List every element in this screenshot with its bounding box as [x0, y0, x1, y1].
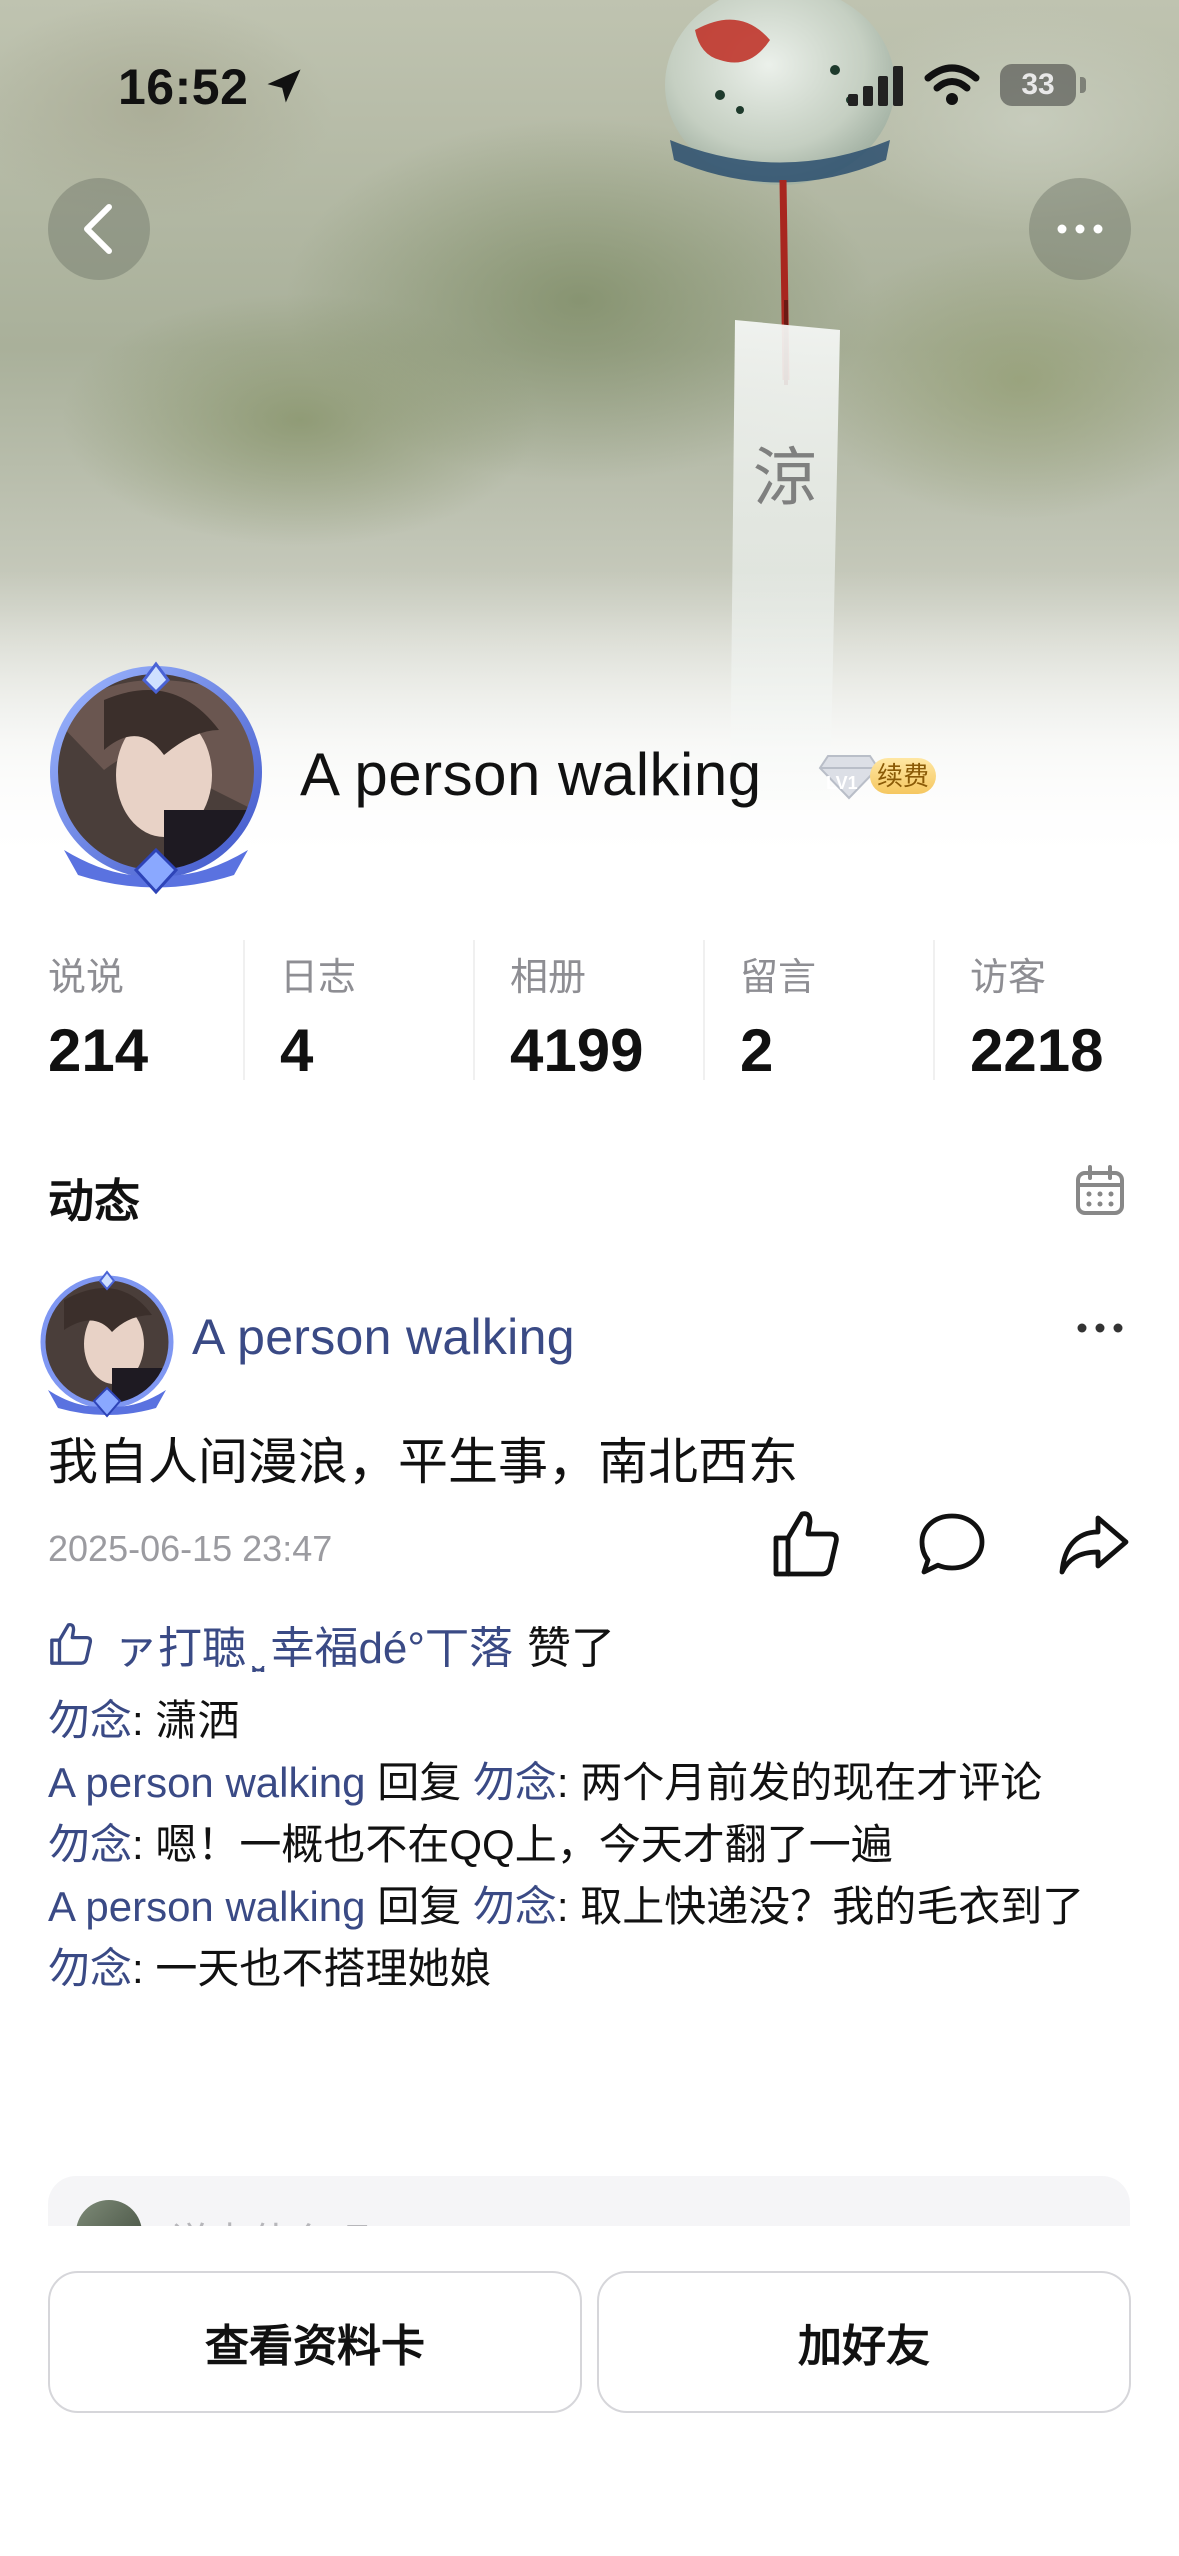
reply-word: 回复	[365, 1759, 473, 1806]
comment-item[interactable]: 勿念: 一天也不搭理她娘	[48, 1938, 1138, 2000]
comment-separator: :	[132, 1697, 156, 1744]
more-button[interactable]	[1029, 178, 1131, 280]
wifi-icon	[924, 64, 980, 105]
back-icon	[84, 204, 112, 254]
signal-icon	[848, 66, 903, 106]
stat-messages[interactable]: 留言 2	[740, 940, 930, 1085]
reply-target[interactable]: 勿念	[473, 1883, 557, 1930]
comment-author[interactable]: 勿念	[48, 1821, 132, 1868]
comment-text: 取上快递没？我的毛衣到了	[580, 1883, 1085, 1930]
stat-posts[interactable]: 说说 214	[48, 940, 238, 1085]
stat-value: 4	[280, 1017, 314, 1084]
likes-line: ァ打聴 ̤̮ 幸福dé°丅落 赞了	[48, 1612, 615, 1676]
comment-separator: :	[132, 1821, 156, 1868]
profile-avatar[interactable]	[44, 660, 274, 900]
comment-text: 潇洒	[155, 1697, 240, 1744]
comment-author[interactable]: 勿念	[48, 1945, 132, 1992]
bottom-action-bar: 查看资料卡 加好友	[0, 2226, 1179, 2556]
comment-text: 一天也不搭理她娘	[155, 1945, 492, 1992]
comment-author[interactable]: 勿念	[48, 1697, 132, 1744]
reply-target[interactable]: 勿念	[473, 1759, 557, 1806]
more-icon[interactable]	[1075, 1322, 1125, 1334]
divider	[473, 940, 475, 1080]
comment-item[interactable]: 勿念: 嗯！一概也不在QQ上，今天才翻了一遍	[48, 1814, 1138, 1876]
comment-icon[interactable]	[918, 1510, 986, 1578]
battery-level: 33	[1021, 68, 1055, 101]
thumbs-up-icon[interactable]	[770, 1508, 842, 1580]
location-arrow-icon	[267, 69, 301, 103]
post-timestamp: 2025-06-15 23:47	[48, 1528, 333, 1569]
divider	[243, 940, 245, 1080]
status-time: 16:52	[118, 59, 249, 115]
comment-text: 两个月前发的现在才评论	[580, 1759, 1043, 1806]
battery-icon: 33	[1000, 64, 1076, 106]
stat-value: 2	[740, 1017, 774, 1084]
comment-item[interactable]: 勿念: 潇洒	[48, 1690, 1138, 1752]
comment-separator: :	[132, 1945, 156, 1992]
calendar-icon[interactable]	[1075, 1165, 1125, 1217]
comment-author[interactable]: A person walking	[48, 1883, 366, 1930]
stat-visitors[interactable]: 访客 2218	[970, 940, 1160, 1085]
thumbs-up-icon	[50, 1622, 93, 1665]
stat-value: 214	[48, 1017, 149, 1084]
post-author-name[interactable]: A person walking	[192, 1308, 575, 1366]
status-bar: 16:52 33	[0, 0, 1179, 175]
more-icon	[1057, 224, 1103, 234]
post-author-avatar[interactable]	[34, 1270, 180, 1420]
liked-suffix: 赞了	[527, 1624, 615, 1673]
comment-text: 嗯！一概也不在QQ上，今天才翻了一遍	[155, 1821, 893, 1868]
vip-renew-badge[interactable]: 续费	[870, 758, 936, 794]
stat-value: 4199	[510, 1017, 644, 1084]
vip-level: LV1	[826, 773, 858, 793]
comment-separator: :	[556, 1759, 581, 1806]
back-button[interactable]	[48, 178, 150, 280]
comment-item[interactable]: A person walking 回复 勿念: 取上快递没？我的毛衣到了	[48, 1876, 1138, 1938]
reply-word: 回复	[365, 1883, 473, 1930]
stat-albums[interactable]: 相册 4199	[510, 940, 700, 1085]
stat-label: 说说	[48, 957, 125, 999]
battery-cap	[1080, 77, 1086, 93]
share-icon[interactable]	[1058, 1512, 1130, 1576]
stat-label: 访客	[970, 957, 1047, 999]
add-friend-button[interactable]: 加好友	[597, 2271, 1131, 2413]
comment-author[interactable]: A person walking	[48, 1759, 366, 1806]
stat-label: 留言	[740, 957, 817, 999]
comment-item[interactable]: A person walking 回复 勿念: 两个月前发的现在才评论	[48, 1752, 1138, 1814]
comment-list: 勿念: 潇洒 A person walking 回复 勿念: 两个月前发的现在才…	[48, 1690, 1138, 2000]
post-text: 我自人间漫浪，平生事，南北西东	[48, 1434, 798, 1490]
feed-title: 动态	[48, 1175, 140, 1227]
svg-text:涼: 涼	[753, 442, 817, 516]
stats-row: 说说 214 日志 4 相册 4199 留言 2 访客 2218	[0, 940, 1179, 1090]
comment-separator: :	[556, 1883, 581, 1930]
profile-name: A person walking	[300, 741, 762, 808]
stat-value: 2218	[970, 1017, 1104, 1084]
liker-name[interactable]: ァ打聴 ̤̮ 幸福dé°丅落	[114, 1612, 513, 1676]
stat-label: 相册	[510, 957, 587, 999]
stat-blogs[interactable]: 日志 4	[280, 940, 470, 1085]
view-profile-card-button[interactable]: 查看资料卡	[48, 2271, 582, 2413]
divider	[703, 940, 705, 1080]
stat-label: 日志	[280, 957, 357, 999]
divider	[933, 940, 935, 1080]
